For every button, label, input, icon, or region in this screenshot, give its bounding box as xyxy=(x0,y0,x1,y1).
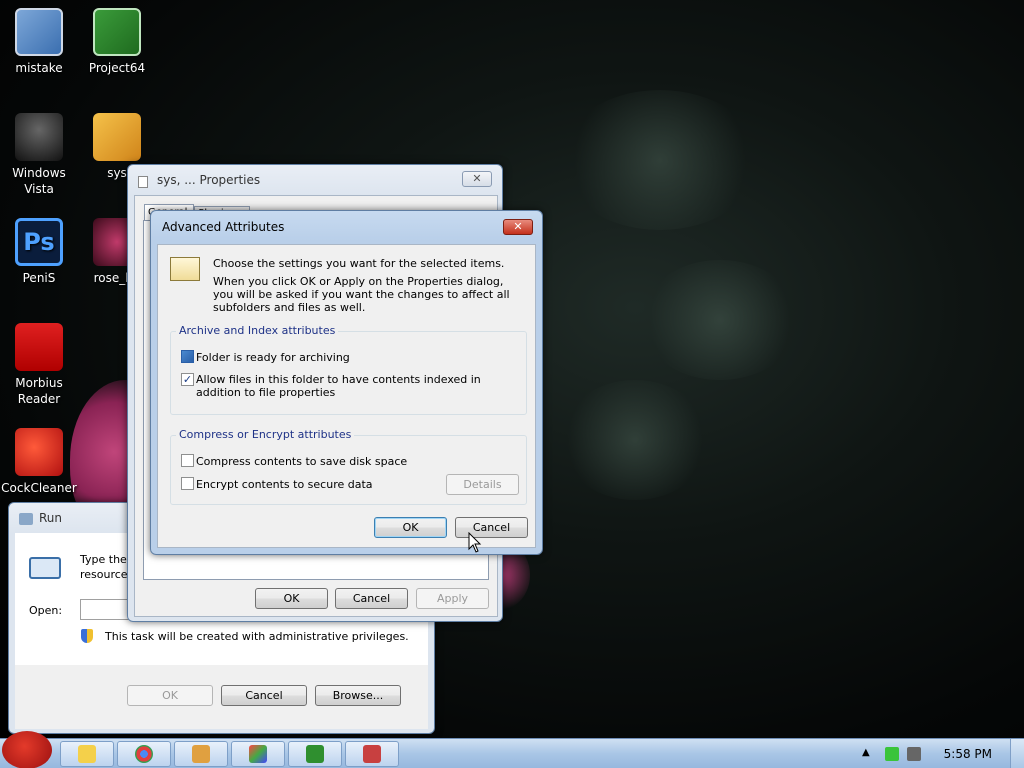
cleaner-icon xyxy=(15,428,63,476)
attributes-icon xyxy=(170,257,200,281)
advanced-client: Choose the settings you want for the sel… xyxy=(157,244,536,548)
recycle-bin-icon xyxy=(15,113,63,161)
advanced-attributes-title: Advanced Attributes xyxy=(162,220,285,234)
desktop-icon-project64[interactable]: Project64 xyxy=(78,8,156,76)
taskbar-button-paint[interactable] xyxy=(231,741,285,767)
run-description-line1: Type the xyxy=(80,553,127,566)
archiving-checkbox[interactable] xyxy=(181,350,194,363)
desktop-icon-windows-vista[interactable]: Windows Vista xyxy=(0,113,78,197)
taskbar-button-media[interactable] xyxy=(345,741,399,767)
compress-label[interactable]: Compress contents to save disk space xyxy=(196,455,407,468)
run-ok-button[interactable]: OK xyxy=(127,685,213,706)
start-button[interactable] xyxy=(2,731,52,768)
background-foliage xyxy=(640,260,800,380)
desktop-icon-morbius-reader[interactable]: Morbius Reader xyxy=(0,323,78,407)
properties-title: sys, ... Properties xyxy=(157,173,261,187)
package-icon xyxy=(192,745,210,763)
desktop-icon-label: PeniS xyxy=(22,271,56,285)
taskbar-button-project64[interactable] xyxy=(288,741,342,767)
compress-checkbox[interactable] xyxy=(181,454,194,467)
advanced-attributes-dialog: Advanced Attributes ✕ Choose the setting… xyxy=(150,210,543,555)
volume-icon[interactable] xyxy=(907,747,921,761)
project64-icon xyxy=(306,745,324,763)
properties-icon xyxy=(138,176,148,188)
advanced-description: When you click OK or Apply on the Proper… xyxy=(213,275,510,314)
run-icon xyxy=(19,513,33,525)
desktop-icon-mistake[interactable]: mistake xyxy=(0,8,78,76)
desktop-icon-label: mistake xyxy=(15,61,63,75)
indexing-checkbox[interactable]: ✓ xyxy=(181,373,194,386)
background-foliage xyxy=(560,90,760,230)
advanced-cancel-button[interactable]: Cancel xyxy=(455,517,528,538)
properties-ok-button[interactable]: OK xyxy=(255,588,328,609)
encrypt-checkbox[interactable] xyxy=(181,477,194,490)
network-icon[interactable] xyxy=(885,747,899,761)
desktop-icon-label: Project64 xyxy=(88,61,146,75)
properties-cancel-button[interactable]: Cancel xyxy=(335,588,408,609)
desktop-icon-cockcleaner[interactable]: CockCleaner xyxy=(0,428,78,496)
system-clock[interactable]: 5:58 PM xyxy=(944,747,992,761)
show-hidden-icons-icon[interactable]: ▲ xyxy=(862,747,876,761)
desktop-icon-label: sys xyxy=(107,166,127,180)
project64-icon xyxy=(93,8,141,56)
run-cancel-button[interactable]: Cancel xyxy=(221,685,307,706)
desktop-icon-label: CockCleaner xyxy=(1,481,77,495)
mouse-cursor-icon xyxy=(468,532,482,553)
uac-shield-icon xyxy=(81,629,93,643)
run-browse-button[interactable]: Browse... xyxy=(315,685,401,706)
run-button-bar: OK Cancel Browse... xyxy=(15,665,428,729)
run-program-icon xyxy=(29,557,61,579)
advanced-ok-button[interactable]: OK xyxy=(374,517,447,538)
properties-apply-button[interactable]: Apply xyxy=(416,588,489,609)
taskbar-button-explorer[interactable] xyxy=(60,741,114,767)
show-desktop-button[interactable] xyxy=(1010,739,1024,768)
run-dialog-title: Run xyxy=(39,511,63,525)
run-description-line2: resource, xyxy=(80,568,132,581)
paint-icon xyxy=(249,745,267,763)
photoshop-icon: Ps xyxy=(15,218,63,266)
folder-icon xyxy=(93,113,141,161)
taskbar: ▲ 5:58 PM xyxy=(0,731,1024,768)
desktop-icon-penis[interactable]: Ps PeniS xyxy=(0,218,78,286)
compress-group-label: Compress or Encrypt attributes xyxy=(176,428,355,441)
archive-group-label: Archive and Index attributes xyxy=(176,324,339,337)
archiving-label[interactable]: Folder is ready for archiving xyxy=(196,351,350,364)
chrome-icon xyxy=(135,745,153,763)
properties-close-button[interactable]: ✕ xyxy=(462,171,492,187)
admin-note: This task will be created with administr… xyxy=(105,630,409,643)
mistake-icon xyxy=(15,8,63,56)
open-label: Open: xyxy=(29,604,63,617)
details-button[interactable]: Details xyxy=(446,474,519,495)
indexing-label[interactable]: Allow files in this folder to have conte… xyxy=(196,373,521,399)
media-player-icon xyxy=(363,745,381,763)
desktop-icon-label: Windows Vista xyxy=(12,166,66,196)
background-foliage xyxy=(560,380,710,500)
advanced-intro: Choose the settings you want for the sel… xyxy=(213,257,505,270)
pdf-reader-icon xyxy=(15,323,63,371)
desktop-icon-label: Morbius Reader xyxy=(15,376,63,406)
encrypt-label[interactable]: Encrypt contents to secure data xyxy=(196,478,373,491)
taskbar-button-chrome[interactable] xyxy=(117,741,171,767)
taskbar-button-package[interactable] xyxy=(174,741,228,767)
advanced-close-button[interactable]: ✕ xyxy=(503,219,533,235)
folder-icon xyxy=(78,745,96,763)
